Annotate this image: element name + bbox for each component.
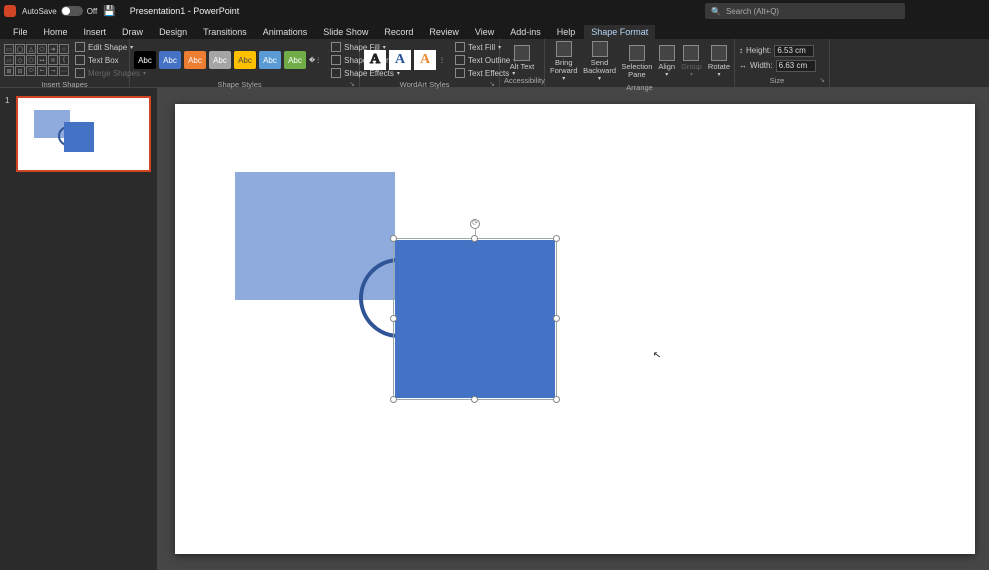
group-icon <box>683 45 699 61</box>
text-outline-icon <box>455 55 465 65</box>
ribbon: ▭◯△⬠➔☆ ▱◇⬡↦≋{ ⊞⊟⬭⭠⭢⋯ Edit Shape▾ Text Bo… <box>0 39 989 88</box>
slide[interactable]: ↖ <box>175 104 975 554</box>
search-placeholder: Search (Alt+Q) <box>726 7 779 16</box>
style-thumb[interactable]: Abc <box>184 51 206 69</box>
app-icon <box>4 5 16 17</box>
tab-design[interactable]: Design <box>152 25 194 39</box>
shape-style-gallery[interactable]: Abc Abc Abc Abc Abc Abc Abc �⋮ <box>134 51 321 69</box>
wordart-gallery[interactable]: A A A ⋮ <box>364 50 445 70</box>
cursor-icon: ↖ <box>652 349 662 361</box>
style-thumb[interactable]: Abc <box>259 51 281 69</box>
merge-icon <box>75 68 85 78</box>
search-icon: 🔍 <box>711 7 721 16</box>
wordart-thumb[interactable]: A <box>389 50 411 70</box>
edit-shape-icon <box>75 42 85 52</box>
fill-icon <box>331 42 341 52</box>
style-thumb[interactable]: Abc <box>209 51 231 69</box>
bring-forward-button[interactable]: Bring Forward▾ <box>549 41 579 82</box>
wordart-thumb[interactable]: A <box>414 50 436 70</box>
height-field[interactable]: ↕ Height: <box>739 45 814 57</box>
tab-record[interactable]: Record <box>377 25 420 39</box>
autosave-toggle[interactable]: AutoSave Off <box>22 6 97 16</box>
effects-icon <box>331 68 341 78</box>
dialog-launcher-icon[interactable]: ↘ <box>485 80 495 88</box>
workspace: 1 ↖ <box>0 88 989 570</box>
tab-home[interactable]: Home <box>37 25 75 39</box>
group-label: Accessibility <box>504 75 540 85</box>
selection-pane-icon <box>629 45 645 61</box>
tab-help[interactable]: Help <box>550 25 583 39</box>
send-backward-button[interactable]: Send Backward▾ <box>583 41 617 82</box>
height-input[interactable] <box>774 45 814 57</box>
tab-slideshow[interactable]: Slide Show <box>316 25 375 39</box>
rotate-icon <box>711 45 727 61</box>
ribbon-tabs: File Home Insert Draw Design Transitions… <box>0 22 989 39</box>
height-icon: ↕ <box>739 46 743 55</box>
wordart-thumb[interactable]: A <box>364 50 386 70</box>
group-size: ↕ Height: ↔ Width: Size ↘ <box>735 39 830 87</box>
gallery-more-icon[interactable]: �⋮ <box>309 57 321 64</box>
slide-thumbnail-1[interactable] <box>16 96 151 172</box>
search-input[interactable]: 🔍 Search (Alt+Q) <box>705 3 905 19</box>
document-title: Presentation1 - PowerPoint <box>130 6 240 16</box>
bring-forward-icon <box>556 41 572 57</box>
tab-shape-format[interactable]: Shape Format <box>584 25 655 39</box>
group-arrange: Bring Forward▾ Send Backward▾ Selection … <box>545 39 735 87</box>
autosave-state: Off <box>87 7 98 16</box>
slide-number: 1 <box>5 96 9 105</box>
tab-animations[interactable]: Animations <box>256 25 315 39</box>
thumbnail-panel[interactable]: 1 <box>0 88 157 570</box>
send-backward-icon <box>592 41 608 57</box>
alt-text-button[interactable]: Alt Text <box>505 45 539 71</box>
slide-canvas-area[interactable]: ↖ <box>157 88 989 570</box>
group-shape-styles: Abc Abc Abc Abc Abc Abc Abc �⋮ Shape Fil… <box>130 39 360 87</box>
tab-transitions[interactable]: Transitions <box>196 25 254 39</box>
tab-insert[interactable]: Insert <box>77 25 114 39</box>
autosave-label: AutoSave <box>22 7 57 16</box>
thumb-shape <box>64 122 94 152</box>
tab-view[interactable]: View <box>468 25 501 39</box>
style-thumb[interactable]: Abc <box>159 51 181 69</box>
align-icon <box>659 45 675 61</box>
text-effects-icon <box>455 68 465 78</box>
dialog-launcher-icon[interactable]: ↘ <box>345 80 355 88</box>
save-icon[interactable]: 💾 <box>103 6 115 17</box>
rotate-line <box>475 229 476 237</box>
alt-text-icon <box>514 45 530 61</box>
group-insert-shapes: ▭◯△⬠➔☆ ▱◇⬡↦≋{ ⊞⊟⬭⭠⭢⋯ Edit Shape▾ Text Bo… <box>0 39 130 87</box>
rotate-button[interactable]: Rotate▾ <box>707 45 731 79</box>
align-button[interactable]: Align▾ <box>657 45 676 79</box>
style-thumb[interactable]: Abc <box>134 51 156 69</box>
group-accessibility: Alt Text Accessibility <box>500 39 545 87</box>
tab-draw[interactable]: Draw <box>115 25 150 39</box>
shape-gallery[interactable]: ▭◯△⬠➔☆ ▱◇⬡↦≋{ ⊞⊟⬭⭠⭢⋯ <box>4 44 69 76</box>
outline-icon <box>331 55 341 65</box>
text-fill-icon <box>455 42 465 52</box>
selection-pane-button[interactable]: Selection Pane <box>621 45 654 78</box>
tab-file[interactable]: File <box>6 25 35 39</box>
group-label: Size <box>770 76 785 85</box>
gallery-more-icon[interactable]: ⋮ <box>439 57 445 64</box>
width-input[interactable] <box>776 60 816 72</box>
tab-review[interactable]: Review <box>422 25 466 39</box>
shape-rectangle-selected[interactable] <box>395 240 555 398</box>
group-button: Group▾ <box>680 45 703 79</box>
style-thumb[interactable]: Abc <box>284 51 306 69</box>
toggle-icon <box>61 6 83 16</box>
dialog-launcher-icon[interactable]: ↘ <box>815 76 825 84</box>
group-wordart: A A A ⋮ Text Fill▾ Text Outline▾ Text Ef… <box>360 39 500 87</box>
style-thumb[interactable]: Abc <box>234 51 256 69</box>
rotate-handle[interactable] <box>470 219 480 229</box>
width-icon: ↔ <box>739 61 747 70</box>
text-box-icon <box>75 55 85 65</box>
width-field[interactable]: ↔ Width: <box>739 60 816 72</box>
tab-addins[interactable]: Add-ins <box>503 25 548 39</box>
